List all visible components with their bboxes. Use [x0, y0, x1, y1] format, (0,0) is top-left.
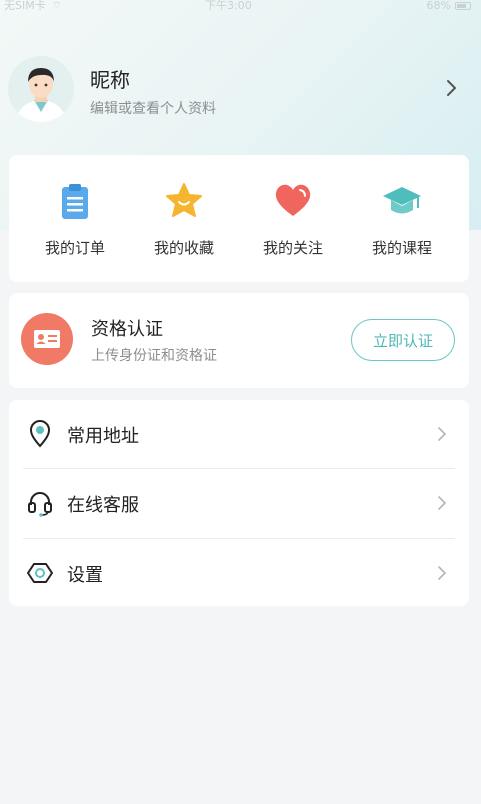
menu-card: 常用地址 在线客服 设置 — [9, 400, 469, 606]
quick-item-label: 我的课程 — [371, 239, 432, 257]
quick-item-label: 我的关注 — [262, 239, 323, 257]
id-card-icon — [21, 313, 73, 365]
menu-item-address[interactable]: 常用地址 — [9, 400, 469, 468]
certification-subtitle: 上传身份证和资格证 — [91, 348, 217, 364]
location-pin-icon — [29, 420, 51, 448]
quick-item-favorites[interactable]: 我的收藏 — [130, 155, 238, 282]
wifi-icon: ⌔ — [51, 0, 63, 12]
battery-label: 68% — [426, 0, 451, 12]
avatar[interactable] — [8, 56, 74, 122]
status-bar: 无SIM卡 ⌔ 下午3:00 68% — [0, 0, 481, 14]
graduation-cap-icon — [383, 187, 421, 214]
profile-header[interactable]: 昵称 编辑或查看个人资料 — [0, 48, 481, 136]
menu-item-label: 在线客服 — [67, 495, 139, 516]
certification-title: 资格认证 — [91, 319, 163, 340]
quick-item-following[interactable]: 我的关注 — [239, 155, 347, 282]
menu-item-label: 设置 — [67, 565, 103, 586]
chevron-right-icon[interactable] — [445, 78, 459, 98]
settings-hexagon-icon — [27, 563, 53, 583]
quick-item-courses[interactable]: 我的课程 — [348, 155, 456, 282]
chevron-right-icon — [438, 427, 447, 441]
certify-now-button[interactable]: 立即认证 — [351, 319, 455, 361]
chevron-right-icon — [438, 566, 447, 580]
menu-item-label: 常用地址 — [67, 426, 139, 447]
carrier-label: 无SIM卡 — [4, 0, 46, 12]
menu-item-customer-service[interactable]: 在线客服 — [9, 469, 469, 537]
battery-icon — [455, 2, 471, 10]
quick-item-label: 我的订单 — [44, 239, 105, 257]
quick-item-label: 我的收藏 — [153, 239, 214, 257]
star-icon — [166, 183, 202, 217]
certification-card: 资格认证 上传身份证和资格证 立即认证 — [9, 293, 469, 388]
quick-actions-card: 我的订单 我的收藏 我的关注 我的课程 — [9, 155, 469, 282]
profile-subtitle: 编辑或查看个人资料 — [90, 101, 216, 117]
clipboard-icon — [62, 184, 88, 219]
doctor-avatar-icon — [8, 56, 74, 122]
headset-icon — [28, 492, 52, 517]
quick-item-orders[interactable]: 我的订单 — [21, 155, 129, 282]
status-time: 下午3:00 — [205, 0, 252, 12]
chevron-right-icon — [438, 496, 447, 510]
heart-icon — [275, 184, 311, 216]
nickname: 昵称 — [90, 68, 130, 92]
menu-item-settings[interactable]: 设置 — [9, 539, 469, 607]
